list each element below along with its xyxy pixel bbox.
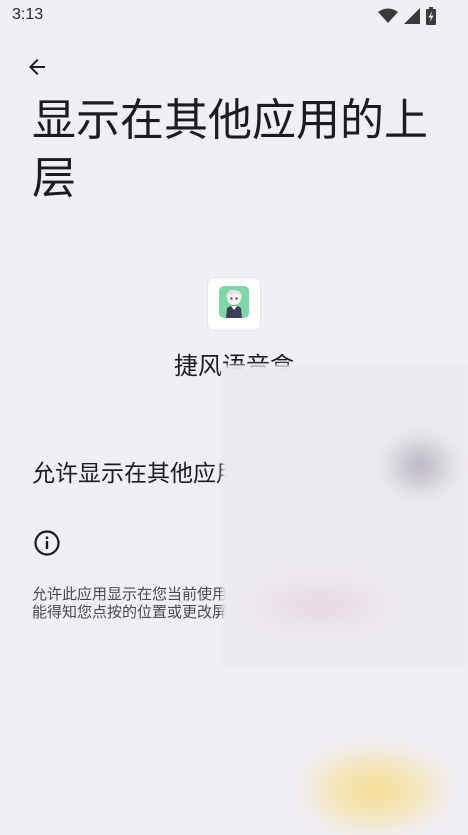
back-button[interactable] [20,52,54,86]
cellular-signal-icon [404,8,420,24]
app-avatar-icon [219,286,249,322]
wifi-icon [378,8,398,24]
battery-charging-icon [426,7,436,25]
app-icon [208,278,260,330]
blurred-floating-button [300,745,450,835]
arrow-back-icon [25,55,49,83]
blurred-region [222,365,468,665]
status-bar: 3:13 [0,0,468,32]
status-icons [378,6,436,26]
info-icon [33,529,61,557]
page-title: 显示在其他应用的上层 [32,95,428,204]
status-time: 3:13 [12,6,44,23]
